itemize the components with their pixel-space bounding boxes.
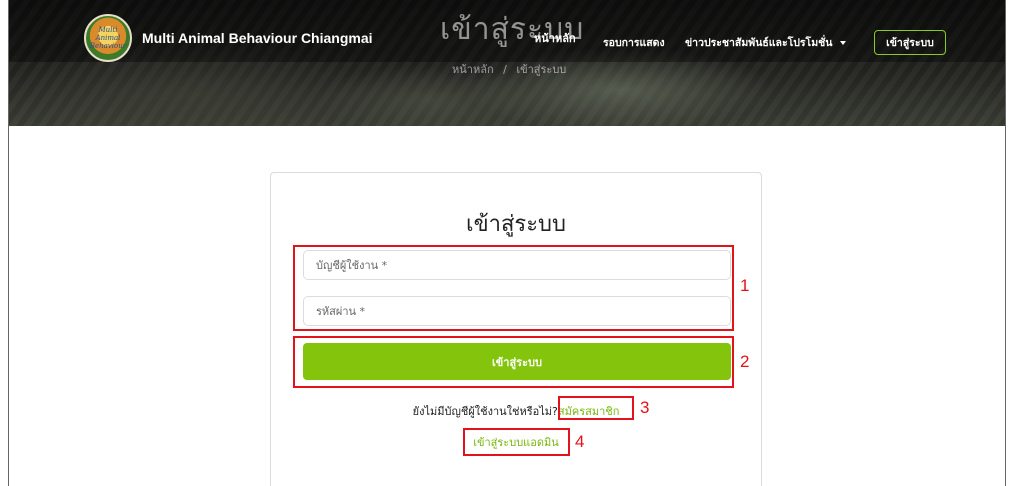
brand-name[interactable]: Multi Animal Behaviour Chiangmai bbox=[142, 30, 373, 46]
breadcrumb-current: เข้าสู่ระบบ bbox=[516, 63, 567, 76]
annotation-label-1: 1 bbox=[740, 276, 750, 295]
brand-logo-text: Multi Animal Behaviour bbox=[89, 26, 127, 50]
page-frame-right bbox=[1005, 0, 1006, 486]
annotation-label-4: 4 bbox=[575, 432, 585, 451]
brand[interactable]: Multi Animal Behaviour Multi Animal Beha… bbox=[84, 14, 373, 62]
annotation-box-4 bbox=[463, 428, 570, 456]
no-account-text: ยังไม่มีบัญชีผู้ใช้งานใช่หรือไม่? bbox=[412, 405, 558, 418]
nav-news-dropdown[interactable]: ข่าวประชาสัมพันธ์และโปรโมชั่น bbox=[685, 34, 847, 51]
nav-login-button[interactable]: เข้าสู่ระบบ bbox=[874, 30, 946, 55]
signup-prompt: ยังไม่มีบัญชีผู้ใช้งานใช่หรือไม่?สมัครสม… bbox=[271, 402, 761, 420]
breadcrumb: หน้าหลัก / เข้าสู่ระบบ bbox=[452, 60, 572, 78]
annotation-label-2: 2 bbox=[740, 352, 750, 371]
chevron-down-icon bbox=[840, 40, 847, 45]
nav-news-label: ข่าวประชาสัมพันธ์และโปรโมชั่น bbox=[685, 37, 833, 49]
breadcrumb-separator: / bbox=[503, 63, 507, 76]
annotation-box-3 bbox=[558, 396, 634, 420]
annotation-box-2 bbox=[293, 336, 734, 388]
brand-logo: Multi Animal Behaviour bbox=[84, 14, 132, 62]
nav-home-link[interactable]: หน้าหลัก bbox=[534, 29, 576, 47]
login-title: เข้าสู่ระบบ bbox=[466, 212, 566, 237]
annotation-label-3: 3 bbox=[640, 398, 650, 417]
breadcrumb-home[interactable]: หน้าหลัก bbox=[452, 63, 494, 76]
nav-shows-link[interactable]: รอบการแสดง bbox=[603, 34, 665, 51]
annotation-box-1 bbox=[293, 245, 734, 331]
